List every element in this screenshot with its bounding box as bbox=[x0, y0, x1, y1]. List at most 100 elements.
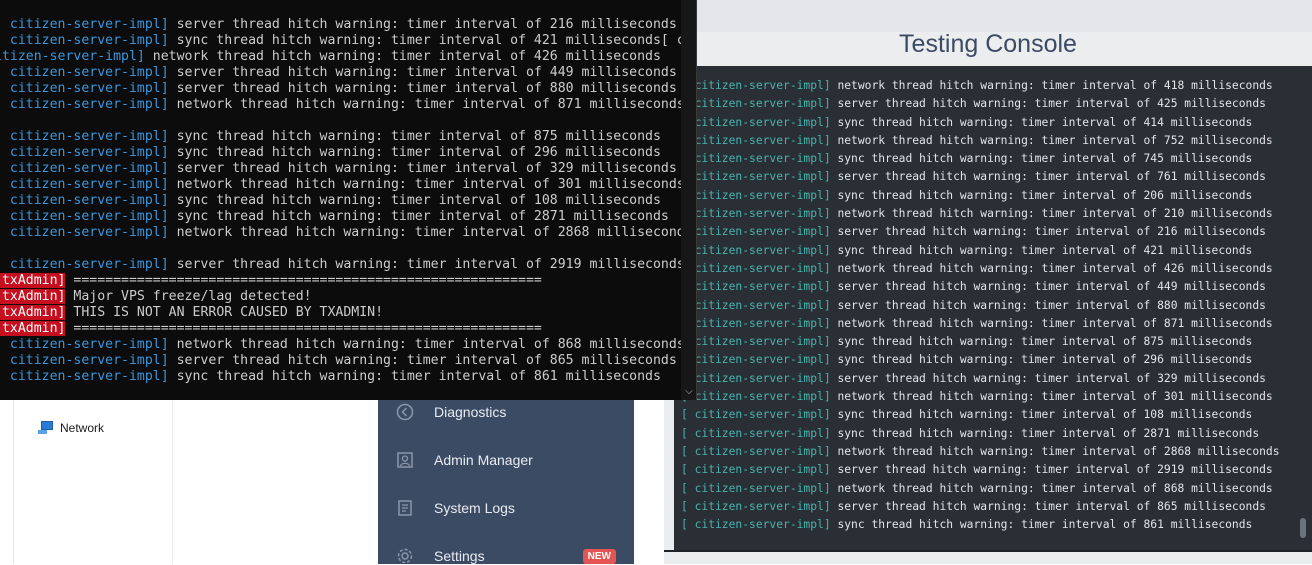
terminal-context: [ citizen-server-impl] bbox=[0, 353, 169, 368]
terminal-message: sync thread hitch warning: timer interva… bbox=[168, 129, 661, 144]
explorer-pane-divider bbox=[172, 395, 173, 564]
log-row: [ citizen-server-impl] network thread hi… bbox=[681, 205, 1280, 223]
terminal-message: sync thread hitch warning: timer interva… bbox=[168, 369, 661, 384]
terminal-context: [ citizen-server-impl] bbox=[0, 161, 169, 176]
log-row: [ citizen-server-impl] server thread hit… bbox=[681, 461, 1280, 479]
log-scrollbar[interactable] bbox=[1300, 518, 1306, 538]
new-badge: NEW bbox=[582, 548, 616, 564]
network-icon bbox=[38, 421, 54, 435]
nav-item-network[interactable]: Network bbox=[38, 421, 104, 435]
terminal-line: [ citizen-server-impl] server thread hit… bbox=[0, 353, 685, 369]
terminal-message: server thread hitch warning: timer inter… bbox=[168, 65, 677, 80]
terminal-line: [ citizen-server-impl] sync thread hitch… bbox=[0, 33, 685, 49]
terminal-message: server thread hitch warning: timer inter… bbox=[168, 81, 677, 96]
log-row: [ citizen-server-impl] server thread hit… bbox=[681, 168, 1280, 186]
terminal-scrollbar[interactable] bbox=[681, 0, 697, 400]
sidebar-item-system-logs[interactable]: System Logs bbox=[396, 499, 618, 517]
log-row: [ citizen-server-impl] server thread hit… bbox=[681, 223, 1280, 241]
terminal-line: [txAdmin] ==============================… bbox=[0, 273, 685, 289]
log-row: [ citizen-server-impl] network thread hi… bbox=[681, 388, 1280, 406]
log-message: network thread hitch warning: timer inte… bbox=[830, 207, 1273, 221]
log-row: [ citizen-server-impl] sync thread hitch… bbox=[681, 187, 1280, 205]
scroll-down-icon[interactable]: ⌵ bbox=[681, 384, 697, 400]
txadmin-tag: [txAdmin] bbox=[0, 321, 66, 336]
log-context: [ citizen-server-impl] bbox=[681, 444, 831, 458]
terminal-line: [ citizen-server-impl] network thread hi… bbox=[0, 225, 685, 241]
terminal-context: [ citizen-server-impl] bbox=[0, 129, 169, 144]
log-message: sync thread hitch warning: timer interva… bbox=[830, 243, 1253, 257]
testing-console-log[interactable]: [ citizen-server-impl] network thread hi… bbox=[674, 66, 1312, 550]
log-message: sync thread hitch warning: timer interva… bbox=[830, 518, 1253, 532]
log-message: server thread hitch warning: timer inter… bbox=[830, 280, 1266, 294]
terminal-context: [ citizen-server-impl] bbox=[0, 225, 169, 240]
terminal-line: [ citizen-server-impl] network thread hi… bbox=[0, 97, 685, 113]
txadmin-tag: [txAdmin] bbox=[0, 273, 66, 288]
terminal-line: [txAdmin] Major VPS freeze/lag detected! bbox=[0, 289, 685, 305]
log-message: sync thread hitch warning: timer interva… bbox=[830, 335, 1253, 349]
nav-item-label: Network bbox=[60, 421, 105, 435]
terminal-message: server thread hitch warning: timer inter… bbox=[168, 353, 677, 368]
log-row: [ citizen-server-impl] network thread hi… bbox=[681, 480, 1280, 498]
terminal-context: [ citizen-server-impl] bbox=[0, 257, 169, 272]
log-row: [ citizen-server-impl] sync thread hitch… bbox=[681, 425, 1280, 443]
log-context: [ citizen-server-impl] bbox=[681, 499, 831, 513]
log-row: [ citizen-server-impl] sync thread hitch… bbox=[681, 516, 1280, 534]
log-row: [ citizen-server-impl] network thread hi… bbox=[681, 443, 1280, 461]
testing-console-header: Testing Console bbox=[664, 0, 1312, 66]
window-border bbox=[696, 0, 697, 400]
terminal-message: sync thread hitch warning: timer interva… bbox=[168, 193, 661, 208]
txadmin-tag: [txAdmin] bbox=[0, 305, 66, 320]
log-message: network thread hitch warning: timer inte… bbox=[830, 261, 1273, 275]
log-context: [ citizen-server-impl] bbox=[681, 170, 831, 184]
log-context: [ citizen-server-impl] bbox=[681, 426, 831, 440]
terminal-message: THIS IS NOT AN ERROR CAUSED BY TXADMIN! bbox=[65, 305, 384, 320]
terminal-message: Major VPS freeze/lag detected! bbox=[65, 289, 312, 304]
terminal-line: [ citizen-server-impl] server thread hit… bbox=[0, 161, 685, 177]
log-context: [ citizen-server-impl] bbox=[681, 243, 831, 257]
log-context: [ citizen-server-impl] bbox=[681, 79, 831, 92]
terminal-context: [ citizen-server-impl] bbox=[0, 193, 169, 208]
sidebar-item-settings[interactable]: Settings NEW bbox=[396, 547, 618, 565]
sidebar-item-diagnostics[interactable]: Diagnostics bbox=[396, 403, 618, 421]
log-message: server thread hitch warning: timer inter… bbox=[830, 499, 1266, 513]
gear-icon bbox=[396, 547, 414, 565]
terminal-line: [ citizen-server-impl] network thread hi… bbox=[0, 337, 685, 353]
log-context: [ citizen-server-impl] bbox=[681, 316, 831, 330]
terminal-output: [ citizen-server-impl] server thread hit… bbox=[0, 17, 685, 385]
terminal-message: ========================================… bbox=[65, 273, 542, 288]
log-rows: [ citizen-server-impl] network thread hi… bbox=[681, 77, 1280, 534]
terminal-message: network thread hitch warning: timer inte… bbox=[168, 97, 685, 112]
log-row: [ citizen-server-impl] network thread hi… bbox=[681, 260, 1280, 278]
log-row: [ citizen-server-impl] sync thread hitch… bbox=[681, 351, 1280, 369]
sidebar-item-label: Admin Manager bbox=[434, 452, 533, 468]
log-message: network thread hitch warning: timer inte… bbox=[830, 316, 1273, 330]
log-context: [ citizen-server-impl] bbox=[681, 225, 831, 239]
log-message: sync thread hitch warning: timer interva… bbox=[830, 353, 1253, 367]
log-message: server thread hitch warning: timer inter… bbox=[830, 170, 1266, 184]
console-input-border bbox=[664, 550, 1312, 552]
explorer-divider bbox=[13, 395, 14, 564]
txadmin-sidebar: Diagnostics Admin Manager System Logs Se… bbox=[378, 395, 634, 564]
log-message: network thread hitch warning: timer inte… bbox=[830, 133, 1273, 147]
log-context: [ citizen-server-impl] bbox=[681, 207, 831, 221]
terminal-context: [ citizen-server-impl] bbox=[0, 33, 169, 48]
log-message: server thread hitch warning: timer inter… bbox=[830, 97, 1266, 111]
log-context: [ citizen-server-impl] bbox=[681, 261, 831, 275]
cmd-terminal-window[interactable]: [ citizen-server-impl] server thread hit… bbox=[0, 0, 697, 400]
terminal-context: [ citizen-server-impl] bbox=[0, 209, 169, 224]
terminal-message: ========================================… bbox=[65, 321, 542, 336]
log-message: network thread hitch warning: timer inte… bbox=[830, 390, 1273, 404]
log-row: [ citizen-server-impl] network thread hi… bbox=[681, 132, 1280, 150]
log-context: [ citizen-server-impl] bbox=[681, 188, 831, 202]
log-row: [ citizen-server-impl] server thread hit… bbox=[681, 498, 1280, 516]
log-row: [ citizen-server-impl] sync thread hitch… bbox=[681, 114, 1280, 132]
sidebar-item-admin-manager[interactable]: Admin Manager bbox=[396, 451, 618, 469]
terminal-line: [ citizen-server-impl] sync thread hitch… bbox=[0, 209, 685, 225]
terminal-message: network thread hitch warning: timer inte… bbox=[168, 177, 685, 192]
log-row: [ citizen-server-impl] server thread hit… bbox=[681, 278, 1280, 296]
log-message: sync thread hitch warning: timer interva… bbox=[830, 408, 1253, 422]
log-message: sync thread hitch warning: timer interva… bbox=[830, 426, 1260, 440]
diagnostics-icon bbox=[396, 403, 414, 421]
